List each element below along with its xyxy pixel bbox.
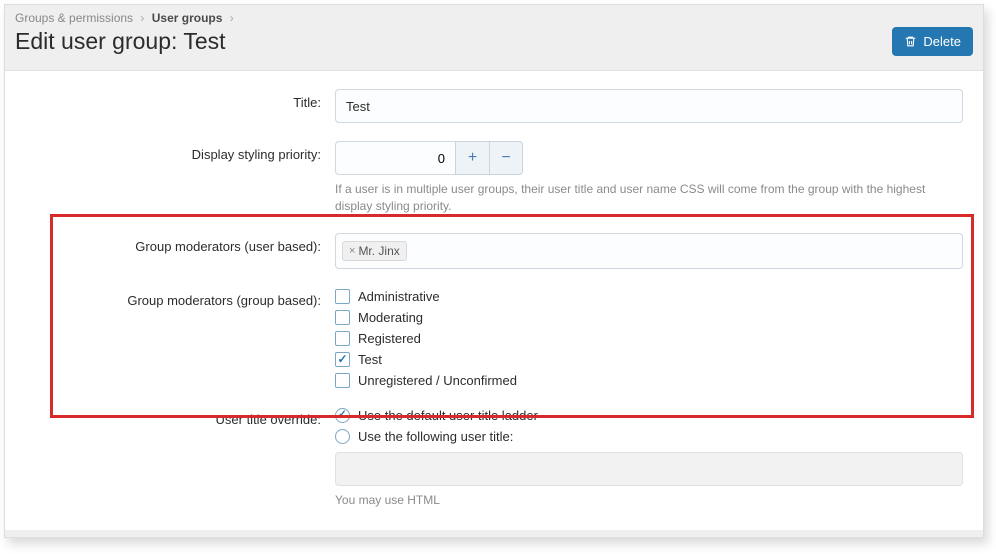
priority-label: Display styling priority: bbox=[15, 141, 335, 215]
row-user-title: User title override: Use the default use… bbox=[15, 406, 973, 509]
delete-button-label: Delete bbox=[923, 34, 961, 49]
checkbox-unregistered[interactable]: Unregistered / Unconfirmed bbox=[335, 373, 963, 388]
priority-input[interactable] bbox=[335, 141, 455, 175]
page-header: Edit user group: Test Delete bbox=[5, 25, 983, 70]
mods-group-list: Administrative Moderating Registered Tes… bbox=[335, 287, 963, 388]
title-label: Title: bbox=[15, 89, 335, 123]
chevron-right-icon: › bbox=[230, 11, 234, 25]
radio-icon bbox=[335, 408, 350, 423]
checkbox-registered[interactable]: Registered bbox=[335, 331, 963, 346]
row-mods-user: Group moderators (user based): × Mr. Jin… bbox=[15, 233, 973, 269]
checkbox-label: Moderating bbox=[358, 310, 423, 325]
checkbox-icon bbox=[335, 289, 350, 304]
checkbox-icon bbox=[335, 373, 350, 388]
checkbox-moderating[interactable]: Moderating bbox=[335, 310, 963, 325]
checkbox-icon bbox=[335, 310, 350, 325]
radio-default-ladder[interactable]: Use the default user title ladder bbox=[335, 408, 963, 423]
form: Title: Display styling priority: + − If … bbox=[5, 70, 983, 530]
checkbox-label: Test bbox=[358, 352, 382, 367]
trash-icon bbox=[904, 35, 917, 48]
checkbox-label: Unregistered / Unconfirmed bbox=[358, 373, 517, 388]
checkbox-label: Registered bbox=[358, 331, 421, 346]
close-icon[interactable]: × bbox=[349, 245, 355, 257]
radio-label: Use the following user title: bbox=[358, 429, 513, 444]
user-title-label: User title override: bbox=[15, 406, 335, 509]
custom-title-input bbox=[335, 452, 963, 486]
chevron-right-icon: › bbox=[140, 11, 144, 25]
radio-icon bbox=[335, 429, 350, 444]
decrement-button[interactable]: − bbox=[489, 141, 523, 175]
priority-stepper: + − bbox=[335, 141, 963, 175]
priority-hint: If a user is in multiple user groups, th… bbox=[335, 181, 963, 215]
checkbox-administrative[interactable]: Administrative bbox=[335, 289, 963, 304]
radio-custom-title[interactable]: Use the following user title: bbox=[335, 429, 963, 444]
checkbox-icon bbox=[335, 331, 350, 346]
increment-button[interactable]: + bbox=[455, 141, 489, 175]
row-title: Title: bbox=[15, 89, 973, 123]
breadcrumb-item[interactable]: User groups bbox=[152, 11, 223, 25]
mods-user-label: Group moderators (user based): bbox=[15, 233, 335, 269]
mods-user-input[interactable]: × Mr. Jinx bbox=[335, 233, 963, 269]
title-input[interactable] bbox=[335, 89, 963, 123]
edit-user-group-panel: Groups & permissions › User groups › Edi… bbox=[4, 4, 984, 538]
checkbox-icon bbox=[335, 352, 350, 367]
row-priority: Display styling priority: + − If a user … bbox=[15, 141, 973, 215]
checkbox-test[interactable]: Test bbox=[335, 352, 963, 367]
page-title: Edit user group: Test bbox=[15, 28, 226, 55]
delete-button[interactable]: Delete bbox=[892, 27, 973, 56]
user-title-hint: You may use HTML bbox=[335, 492, 963, 509]
radio-label: Use the default user title ladder bbox=[358, 408, 538, 423]
row-mods-group: Group moderators (group based): Administ… bbox=[15, 287, 973, 388]
checkbox-label: Administrative bbox=[358, 289, 440, 304]
user-token: × Mr. Jinx bbox=[342, 241, 407, 261]
breadcrumb-item[interactable]: Groups & permissions bbox=[15, 11, 133, 25]
mods-group-label: Group moderators (group based): bbox=[15, 287, 335, 388]
breadcrumb: Groups & permissions › User groups › bbox=[5, 5, 983, 25]
user-title-radio-group: Use the default user title ladder Use th… bbox=[335, 406, 963, 444]
user-token-label: Mr. Jinx bbox=[358, 244, 399, 258]
